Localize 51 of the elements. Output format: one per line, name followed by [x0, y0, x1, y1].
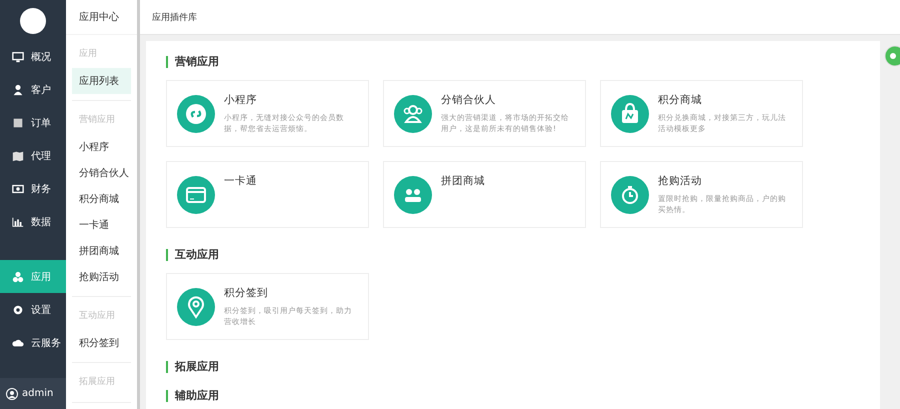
chart-icon	[12, 216, 24, 228]
app-name: 分销合伙人	[441, 93, 497, 107]
people-icon	[394, 95, 432, 133]
section-title: 互动应用	[166, 249, 860, 261]
apps-icon	[12, 270, 24, 282]
app-name: 积分商城	[658, 93, 703, 107]
app-name: 小程序	[224, 93, 258, 107]
avatar	[20, 8, 46, 34]
nav-item[interactable]: 数据	[0, 205, 66, 238]
group-heading: 互动应用	[78, 310, 116, 323]
subnav-item[interactable]: 积分商城	[72, 186, 131, 212]
app-name: 一卡通	[224, 174, 257, 188]
group-heading: 拓展应用	[78, 376, 116, 389]
nav-item[interactable]: 概况	[0, 40, 66, 73]
list-icon	[12, 116, 24, 128]
monitor-icon	[12, 50, 24, 62]
nav-item[interactable]: 财务	[0, 172, 66, 205]
group-heading: 营销应用	[78, 114, 116, 127]
subnav-item[interactable]: 积分签到	[72, 330, 131, 356]
app-name: 抢购活动	[658, 174, 703, 188]
bag-icon	[611, 95, 649, 133]
subnav-item[interactable]: 应用列表	[72, 68, 131, 94]
section-title: 拓展应用	[166, 361, 860, 373]
app-card[interactable]: 拼团商城	[383, 161, 586, 228]
app-name: 积分签到	[224, 286, 269, 300]
nav-item[interactable]: 代理	[0, 139, 66, 172]
subnav-item[interactable]: 拼团商城	[72, 238, 131, 264]
group-heading: 应用	[78, 48, 98, 61]
app-name: 拼团商城	[441, 174, 485, 188]
section-title: 辅助应用	[166, 390, 860, 402]
card-icon	[177, 176, 215, 214]
user-icon	[12, 84, 24, 96]
settings-icon	[12, 304, 24, 316]
nav-item[interactable]: 云服务	[0, 326, 66, 359]
location-icon	[177, 288, 215, 326]
user-menu[interactable]: admin	[0, 378, 66, 409]
subnav-item[interactable]: 分销合伙人	[72, 160, 131, 186]
subnav-title: 应用中心	[66, 0, 137, 35]
nav-item[interactable]: 客户	[0, 73, 66, 106]
user-icon	[6, 388, 18, 400]
page-title: 应用插件库	[140, 0, 900, 35]
subnav-item[interactable]: 抢购活动	[72, 264, 131, 290]
app-card[interactable]: 一卡通	[166, 161, 369, 228]
nav-item[interactable]: 订单	[0, 106, 66, 139]
money-icon	[12, 182, 24, 194]
map-icon	[12, 150, 24, 162]
subnav-item[interactable]: 一卡通	[72, 212, 131, 238]
clock-icon	[611, 176, 649, 214]
section-title: 营销应用	[166, 56, 860, 68]
nav-item[interactable]: 设置	[0, 293, 66, 326]
subnav-item[interactable]: 小程序	[72, 134, 131, 160]
